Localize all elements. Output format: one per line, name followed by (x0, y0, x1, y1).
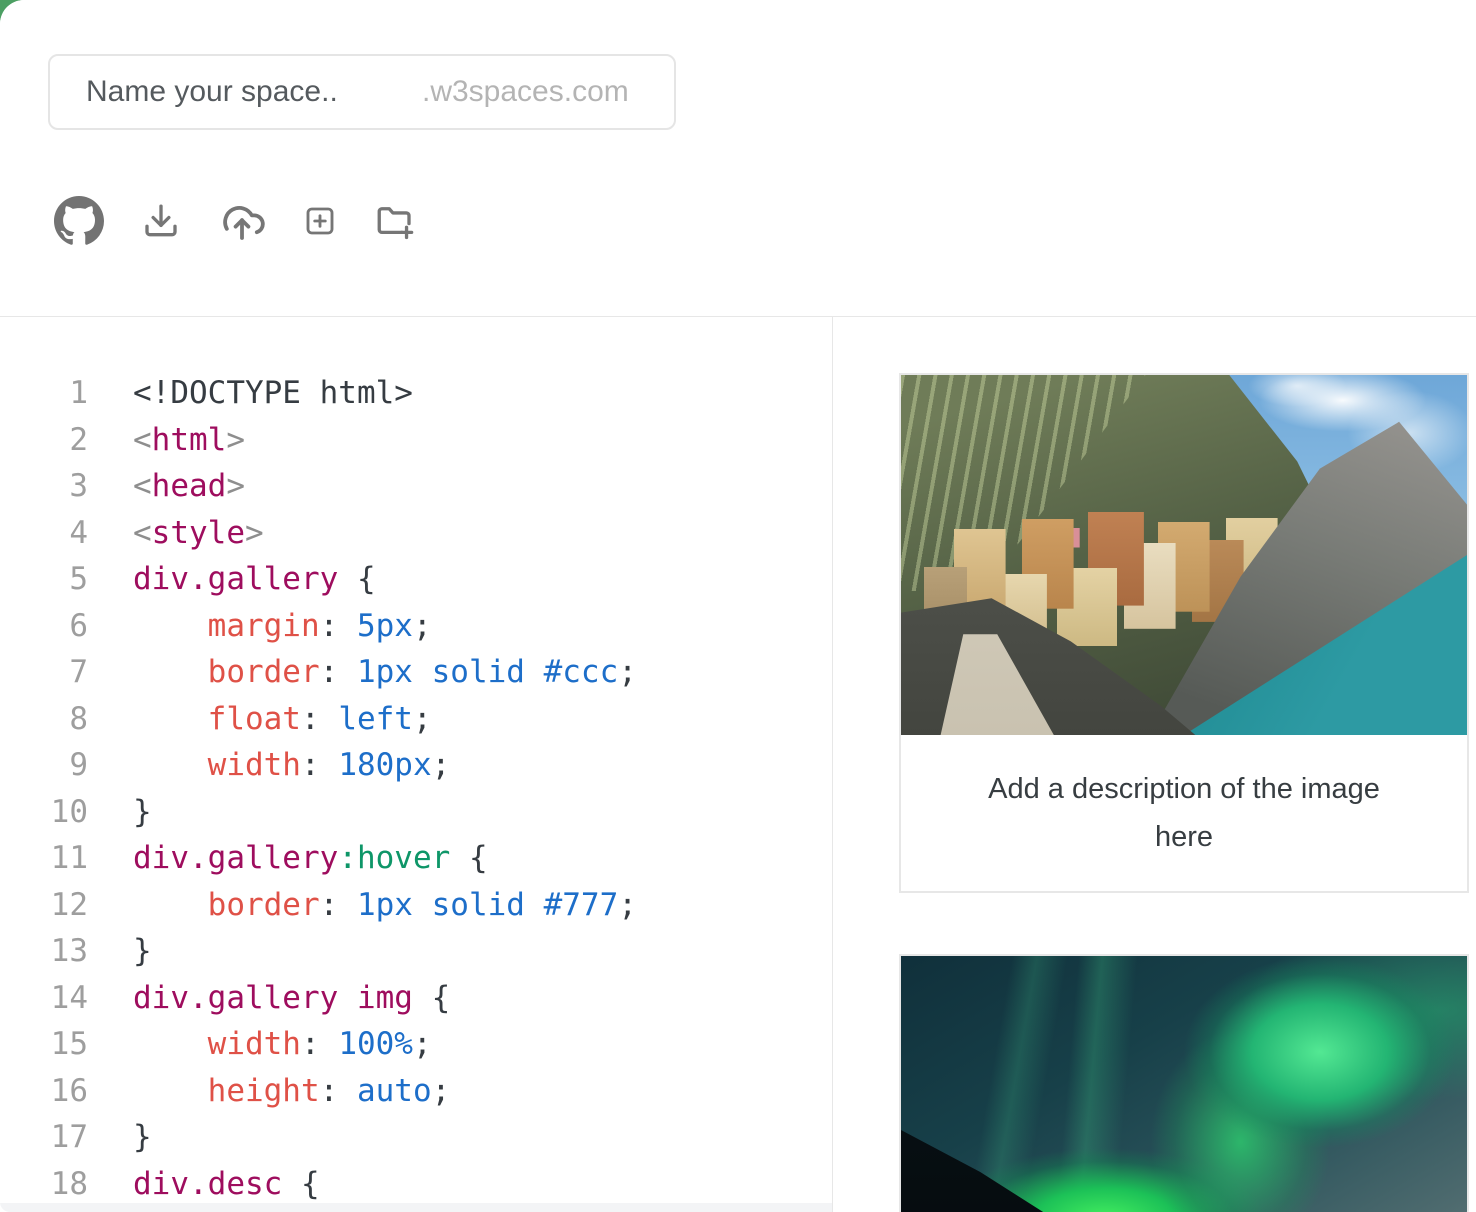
code-line-text: <head> (88, 463, 245, 510)
code-line[interactable]: 5div.gallery { (0, 556, 832, 603)
space-name-input[interactable] (84, 74, 422, 110)
line-number: 13 (0, 928, 88, 975)
line-number: 7 (0, 649, 88, 696)
code-line-text: div.desc { (88, 1161, 320, 1208)
code-line-text: } (88, 789, 152, 836)
code-line[interactable]: 16 height: auto; (0, 1068, 832, 1115)
code-line-text: div.gallery img { (88, 975, 450, 1022)
line-number: 10 (0, 789, 88, 836)
line-number: 6 (0, 603, 88, 650)
line-number: 15 (0, 1021, 88, 1068)
add-file-icon[interactable] (302, 203, 338, 239)
code-line[interactable]: 3<head> (0, 463, 832, 510)
code-line[interactable]: 1<!DOCTYPE html> (0, 370, 832, 417)
cloud-upload-icon[interactable] (218, 197, 266, 245)
line-number: 17 (0, 1114, 88, 1161)
code-line[interactable]: 9 width: 180px; (0, 742, 832, 789)
image-description: Add a description of the image here (959, 765, 1409, 861)
line-number: 16 (0, 1068, 88, 1115)
line-number: 3 (0, 463, 88, 510)
line-number: 18 (0, 1161, 88, 1208)
line-number: 1 (0, 370, 88, 417)
code-line-text: } (88, 1114, 152, 1161)
code-line[interactable]: 2<html> (0, 417, 832, 464)
toolbar (54, 196, 416, 246)
code-editor[interactable]: 1<!DOCTYPE html>2<html>3<head>4<style>5d… (0, 317, 833, 1212)
code-line-text: border: 1px solid #ccc; (88, 649, 637, 696)
code-line-text: <!DOCTYPE html> (88, 370, 413, 417)
code-line[interactable]: 10} (0, 789, 832, 836)
editor-horizontal-scrollbar[interactable] (0, 1203, 832, 1212)
domain-suffix-label: .w3spaces.com (422, 75, 629, 109)
space-name-field[interactable]: .w3spaces.com (48, 54, 676, 130)
w3spaces-editor-window: .w3spaces.com (0, 0, 1476, 1212)
code-line-text: width: 180px; (88, 742, 450, 789)
code-line-text: border: 1px solid #777; (88, 882, 637, 929)
coastal-village-image (901, 375, 1467, 735)
code-line[interactable]: 13} (0, 928, 832, 975)
code-line[interactable]: 8 float: left; (0, 696, 832, 743)
line-number: 4 (0, 510, 88, 557)
code-line[interactable]: 11div.gallery:hover { (0, 835, 832, 882)
code-line-text: margin: 5px; (88, 603, 432, 650)
download-icon[interactable] (140, 200, 182, 242)
code-line[interactable]: 7 border: 1px solid #ccc; (0, 649, 832, 696)
line-number: 2 (0, 417, 88, 464)
line-number: 8 (0, 696, 88, 743)
line-number: 12 (0, 882, 88, 929)
code-line-text: height: auto; (88, 1068, 450, 1115)
code-lines: 1<!DOCTYPE html>2<html>3<head>4<style>5d… (0, 370, 832, 1207)
line-number: 11 (0, 835, 88, 882)
code-line-text: <style> (88, 510, 264, 557)
code-line-text: float: left; (88, 696, 432, 743)
code-line[interactable]: 4<style> (0, 510, 832, 557)
gallery-card-aurora (899, 954, 1469, 1212)
main-split: 1<!DOCTYPE html>2<html>3<head>4<style>5d… (0, 317, 1476, 1212)
header: .w3spaces.com (0, 0, 1476, 317)
code-line[interactable]: 17} (0, 1114, 832, 1161)
code-line-text: div.gallery { (88, 556, 376, 603)
line-number: 14 (0, 975, 88, 1022)
code-line-text: width: 100%; (88, 1021, 432, 1068)
aurora-glow (901, 956, 1467, 1212)
code-line[interactable]: 12 border: 1px solid #777; (0, 882, 832, 929)
code-line-text: <html> (88, 417, 245, 464)
aurora-image (901, 956, 1467, 1212)
image-description-area: Add a description of the image here (901, 735, 1467, 891)
github-icon[interactable] (54, 196, 104, 246)
gallery-card-village: Add a description of the image here (899, 373, 1469, 893)
code-line[interactable]: 6 margin: 5px; (0, 603, 832, 650)
code-line[interactable]: 14div.gallery img { (0, 975, 832, 1022)
code-line[interactable]: 18div.desc { (0, 1161, 832, 1208)
code-line[interactable]: 15 width: 100%; (0, 1021, 832, 1068)
line-number: 9 (0, 742, 88, 789)
code-line-text: } (88, 928, 152, 975)
code-line-text: div.gallery:hover { (88, 835, 488, 882)
add-folder-icon[interactable] (374, 200, 416, 242)
preview-pane: Add a description of the image here (833, 317, 1476, 1212)
line-number: 5 (0, 556, 88, 603)
